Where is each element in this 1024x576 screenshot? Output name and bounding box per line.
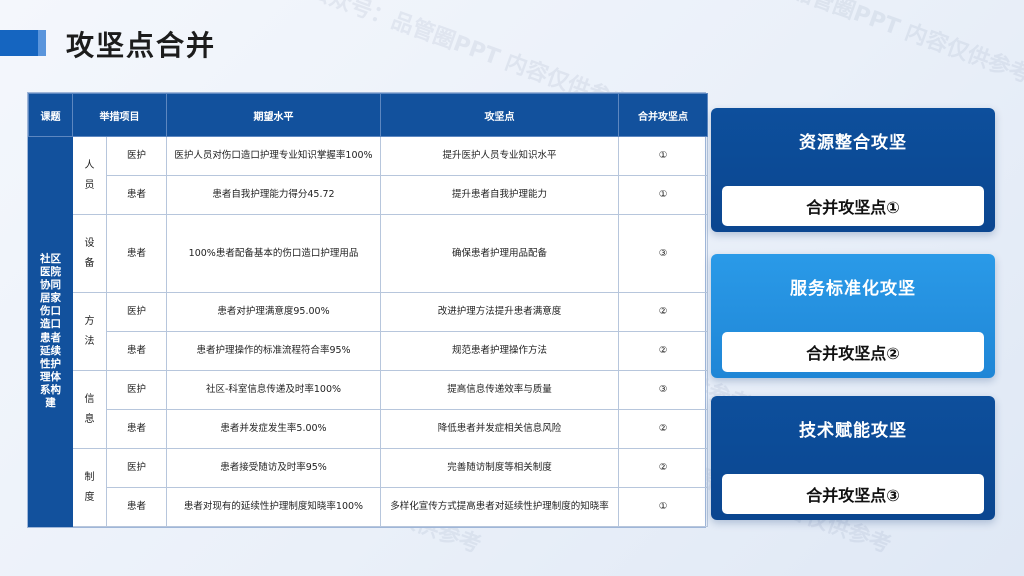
target-cell: 患者 <box>106 487 167 527</box>
header-item: 举措项目 <box>72 93 167 137</box>
expect-cell: 患者对现有的延续性护理制度知晓率100% <box>166 487 381 527</box>
expect-cell: 患者接受随访及时率95% <box>166 448 381 488</box>
point-cell: 完善随访制度等相关制度 <box>380 448 619 488</box>
point-cell: 提升医护人员专业知识水平 <box>380 136 619 176</box>
expect-cell: 100%患者配备基本的伤口造口护理用品 <box>166 214 381 293</box>
card-title: 技术赋能攻坚 <box>799 421 907 441</box>
table-row: 社区医院协同居家伤口造口患者延续性护理体系构建 人员 医护 医护人员对伤口造口护… <box>28 136 708 527</box>
merge-cell: ② <box>618 292 708 332</box>
table-row: 设备 患者 100%患者配备基本的伤口造口护理用品 确保患者护理用品配备 ③ <box>29 214 708 293</box>
target-cell: 患者 <box>106 409 167 449</box>
expect-cell: 医护人员对伤口造口护理专业知识掌握率100% <box>166 136 381 176</box>
merge-cell: ② <box>618 409 708 449</box>
page-title: 攻坚点合并 <box>66 29 217 62</box>
table-row: 患者 患者并发症发生率5.00% 降低患者并发症相关信息风险 ② <box>29 409 708 449</box>
card-title: 资源整合攻坚 <box>799 133 907 153</box>
header-expect: 期望水平 <box>166 93 381 137</box>
point-cell: 提升患者自我护理能力 <box>380 175 619 215</box>
topic-cell: 社区医院协同居家伤口造口患者延续性护理体系构建 <box>28 136 73 527</box>
title-accent-bar-light <box>38 30 46 56</box>
expect-cell: 患者并发症发生率5.00% <box>166 409 381 449</box>
title-accent-bar <box>0 30 38 56</box>
target-cell: 医护 <box>106 292 167 332</box>
card-label: 合并攻坚点② <box>722 332 984 372</box>
table-row: 方法 医护 患者对护理满意度95.00% 改进护理方法提升患者满意度 ② <box>29 292 708 371</box>
point-cell: 规范患者护理操作方法 <box>380 331 619 371</box>
point-cell: 多样化宣传方式提高患者对延续性护理制度的知晓率 <box>380 487 619 527</box>
header-topic: 课题 <box>28 93 73 137</box>
merge-cell: ③ <box>618 370 708 410</box>
point-cell: 确保患者护理用品配备 <box>380 214 619 293</box>
point-cell: 改进护理方法提升患者满意度 <box>380 292 619 332</box>
merge-table: 课题 举措项目 期望水平 攻坚点 合并攻坚点 社区医院协同居家伤口造口患者延续性… <box>27 92 708 528</box>
watermark: 公众号：品管圈PPT 内容仅供参考 <box>705 0 1024 89</box>
header-point: 攻坚点 <box>380 93 619 137</box>
group-cell: 方法 <box>72 292 107 371</box>
card-tech-empowerment: 技术赋能攻坚 合并攻坚点③ <box>711 396 995 520</box>
table-row: 信息 医护 社区-科室信息传递及时率100% 提高信息传递效率与质量 ③ <box>29 370 708 449</box>
group-cell: 信息 <box>72 370 107 449</box>
target-cell: 患者 <box>106 214 167 293</box>
header-merge: 合并攻坚点 <box>618 93 708 137</box>
point-cell: 提高信息传递效率与质量 <box>380 370 619 410</box>
target-cell: 患者 <box>106 175 167 215</box>
table-row: 患者 患者自我护理能力得分45.72 提升患者自我护理能力 ① <box>29 175 708 215</box>
group-cell: 制度 <box>72 448 107 527</box>
merge-cell: ② <box>618 448 708 488</box>
point-cell: 降低患者并发症相关信息风险 <box>380 409 619 449</box>
target-cell: 医护 <box>106 448 167 488</box>
card-label: 合并攻坚点③ <box>722 474 984 514</box>
target-cell: 医护 <box>106 136 167 176</box>
table-row: 制度 医护 患者接受随访及时率95% 完善随访制度等相关制度 ② <box>29 448 708 527</box>
merge-cell: ① <box>618 175 708 215</box>
table-row: 患者 患者对现有的延续性护理制度知晓率100% 多样化宣传方式提高患者对延续性护… <box>29 487 708 527</box>
card-title: 服务标准化攻坚 <box>790 279 916 299</box>
target-cell: 患者 <box>106 331 167 371</box>
expect-cell: 社区-科室信息传递及时率100% <box>166 370 381 410</box>
merge-cell: ③ <box>618 214 708 293</box>
expect-cell: 患者对护理满意度95.00% <box>166 292 381 332</box>
table-row: 患者 患者护理操作的标准流程符合率95% 规范患者护理操作方法 ② <box>29 331 708 371</box>
card-service-standardization: 服务标准化攻坚 合并攻坚点② <box>711 254 995 378</box>
expect-cell: 患者护理操作的标准流程符合率95% <box>166 331 381 371</box>
merge-cell: ① <box>618 136 708 176</box>
target-cell: 医护 <box>106 370 167 410</box>
group-cell: 设备 <box>72 214 107 293</box>
merge-cell: ② <box>618 331 708 371</box>
card-label: 合并攻坚点① <box>722 186 984 226</box>
table-header-row: 课题 举措项目 期望水平 攻坚点 合并攻坚点 <box>28 93 708 137</box>
group-cell: 人员 <box>72 136 107 215</box>
expect-cell: 患者自我护理能力得分45.72 <box>166 175 381 215</box>
card-resource-integration: 资源整合攻坚 合并攻坚点① <box>711 108 995 232</box>
merge-cell: ① <box>618 487 708 527</box>
